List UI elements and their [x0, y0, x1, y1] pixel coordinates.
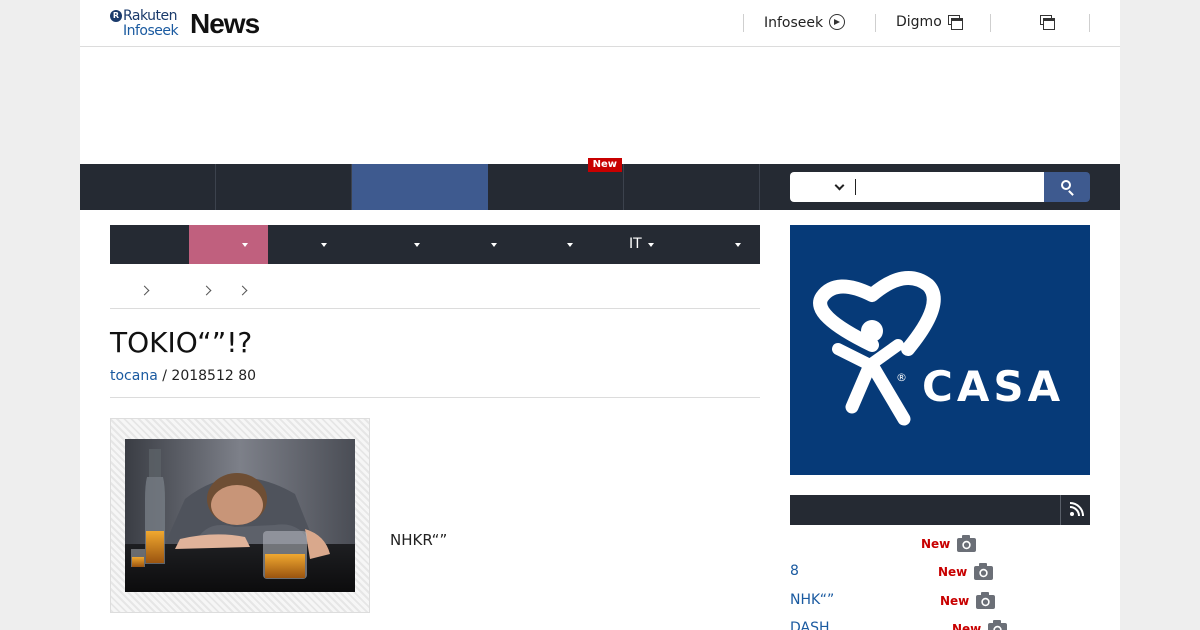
- camera-icon: [957, 535, 976, 552]
- chevron-right-icon: [237, 285, 248, 296]
- category-tab-1[interactable]: [110, 225, 189, 264]
- category-tab-8[interactable]: [678, 225, 760, 264]
- logo-sub: Infoseek: [123, 23, 179, 39]
- text-caret: [855, 179, 856, 195]
- article-meta: tocana / 2018512 80: [110, 368, 256, 384]
- header-extra-link[interactable]: [1034, 14, 1055, 30]
- new-label: New: [952, 622, 982, 630]
- chevron-down-icon: [834, 180, 845, 191]
- category-tab-2-active[interactable]: [189, 225, 268, 264]
- infoseek-link[interactable]: Infoseek: [764, 14, 846, 31]
- search-input[interactable]: [852, 172, 1044, 202]
- article-thumbnail-frame[interactable]: [110, 418, 370, 613]
- camera-icon: [976, 592, 995, 609]
- new-badge: New: [587, 158, 622, 172]
- nav-item-1[interactable]: [80, 164, 216, 210]
- ranking-item[interactable]: NHK“” New: [790, 592, 1090, 612]
- caret-down-icon: [414, 243, 420, 247]
- ranking-item-title: NHK“”: [790, 592, 835, 608]
- global-nav: New: [80, 158, 1120, 210]
- caret-down-icon: [735, 243, 741, 247]
- article-summary: NHKR“”: [390, 531, 448, 549]
- infoseek-link-label: Infoseek: [764, 15, 824, 31]
- site-header: R Rakuten Infoseek News Infoseek Digmo: [80, 0, 1120, 47]
- ranking-item-title: 8: [790, 563, 799, 579]
- rss-button[interactable]: [1060, 495, 1090, 525]
- camera-icon: [988, 620, 1007, 630]
- header-divider: [743, 14, 744, 32]
- ranking-item[interactable]: 8 New: [790, 563, 1090, 583]
- meta-separator: /: [157, 368, 172, 384]
- article-thumbnail: [125, 439, 355, 592]
- ranking-header: [790, 495, 1090, 525]
- category-bar: IT: [110, 225, 760, 264]
- new-label: New: [940, 594, 970, 608]
- header-divider: [990, 14, 991, 32]
- drunk-man-photo: [125, 439, 355, 592]
- new-label: New: [938, 565, 968, 579]
- header-divider: [875, 14, 876, 32]
- camera-icon: [974, 563, 993, 580]
- category-tab-6[interactable]: [499, 225, 578, 264]
- casa-wordmark: CASA: [922, 362, 1064, 411]
- search-scope-select[interactable]: [790, 172, 852, 202]
- registered-mark: ®: [896, 371, 907, 384]
- ranking-item-title: DASH: [790, 620, 830, 630]
- article-date: 2018512 80: [171, 368, 257, 384]
- caret-down-icon: [648, 243, 654, 247]
- caret-down-icon: [242, 243, 248, 247]
- logo-brand: Rakuten: [123, 8, 178, 24]
- new-window-icon: [1040, 15, 1055, 30]
- nav-item-2[interactable]: [216, 164, 352, 210]
- search-box: [790, 172, 1090, 202]
- digmo-link-label: Digmo: [896, 14, 942, 30]
- category-label: IT: [629, 236, 642, 252]
- search-button[interactable]: [1044, 172, 1090, 202]
- article-title: TOKIO“”!?: [110, 326, 253, 359]
- category-tab-3[interactable]: [268, 225, 345, 264]
- page: R Rakuten Infoseek News Infoseek Digmo N…: [80, 0, 1120, 630]
- digmo-link[interactable]: Digmo: [896, 14, 963, 30]
- top-ad-space: [80, 48, 1120, 164]
- rakuten-r-icon: R: [110, 10, 122, 22]
- casa-ad[interactable]: ® CASA: [790, 225, 1090, 475]
- ranking-item[interactable]: New: [790, 535, 1090, 555]
- header-divider: [1089, 14, 1090, 32]
- new-label: New: [921, 537, 951, 551]
- article-source-link[interactable]: tocana: [110, 368, 158, 384]
- chevron-right-icon: [201, 285, 212, 296]
- arrow-circle-icon: [829, 14, 846, 30]
- caret-down-icon: [321, 243, 327, 247]
- category-tab-5[interactable]: [422, 225, 499, 264]
- search-icon: [1061, 180, 1071, 190]
- new-window-icon: [947, 15, 963, 30]
- breadcrumb: [110, 280, 760, 309]
- chevron-right-icon: [139, 285, 150, 296]
- rss-icon: [1069, 502, 1084, 517]
- nav-item-3-active[interactable]: [352, 164, 488, 210]
- logo-product: News: [190, 8, 260, 39]
- nav-item-4[interactable]: New: [488, 158, 624, 210]
- ranking-item[interactable]: DASH New: [790, 620, 1090, 630]
- caret-down-icon: [567, 243, 573, 247]
- category-tab-it[interactable]: IT: [578, 225, 678, 264]
- rakuten-infoseek-news-logo[interactable]: R Rakuten Infoseek News: [110, 8, 262, 40]
- casa-logo: ® CASA: [813, 271, 1064, 426]
- divider: [110, 397, 760, 398]
- category-tab-4[interactable]: [345, 225, 422, 264]
- nav-item-5[interactable]: [624, 164, 760, 210]
- caret-down-icon: [491, 243, 497, 247]
